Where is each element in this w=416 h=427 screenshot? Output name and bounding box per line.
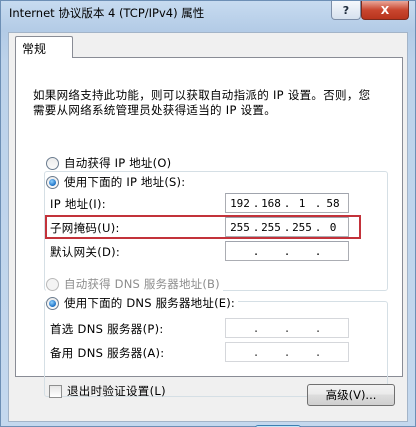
dns-manual-radio-dot[interactable] xyxy=(46,296,59,310)
dns-manual-label: 使用下面的 DNS 服务器地址(E): xyxy=(64,296,235,310)
close-button[interactable]: X xyxy=(361,1,409,20)
ip-manual-radio-dot[interactable] xyxy=(46,175,59,189)
dns-auto-label: 自动获得 DNS 服务器地址(B) xyxy=(64,277,220,291)
window-title: Internet 协议版本 4 (TCP/IPv4) 属性 xyxy=(9,6,205,20)
default-gateway-input[interactable]: . . . xyxy=(225,241,349,261)
ip-dot: . xyxy=(314,245,322,258)
ip-auto-radio-dot[interactable] xyxy=(46,156,59,170)
ip-auto-label: 自动获得 IP 地址(O) xyxy=(64,156,172,170)
preferred-dns-label: 首选 DNS 服务器(P): xyxy=(50,322,164,336)
ip-dot: . xyxy=(283,322,291,335)
alternate-dns-input[interactable]: . . . xyxy=(225,342,349,362)
ip-dot: . xyxy=(314,346,322,359)
client-area: 常规 如果网络支持此功能，则可以获取自动指派的 IP 设置。否则，您需要从网络系… xyxy=(8,32,408,427)
ip-dot: . xyxy=(283,346,291,359)
advanced-button[interactable]: 高级(V)... xyxy=(307,384,395,406)
subnet-mask-highlight xyxy=(45,215,361,239)
dns-manual-radio[interactable]: 使用下面的 DNS 服务器地址(E): xyxy=(46,295,238,311)
dialog-window: Internet 协议版本 4 (TCP/IPv4) 属性 ? X 常规 如果网… xyxy=(0,0,416,427)
default-gateway-label: 默认网关(D): xyxy=(50,245,121,259)
ip-address-label: IP 地址(I): xyxy=(50,197,106,211)
description-text: 如果网络支持此功能，则可以获取自动指派的 IP 设置。否则，您需要从网络系统管理… xyxy=(33,88,371,117)
ip-dot: . xyxy=(252,245,260,258)
title-bar[interactable]: Internet 协议版本 4 (TCP/IPv4) 属性 ? X xyxy=(1,1,415,25)
dns-auto-radio[interactable]: 自动获得 DNS 服务器地址(B) xyxy=(46,276,223,292)
validate-on-exit-label: 退出时验证设置(L) xyxy=(67,384,166,398)
ip-dot: . xyxy=(252,322,260,335)
preferred-dns-input[interactable]: . . . xyxy=(225,318,349,338)
ip-manual-label: 使用下面的 IP 地址(S): xyxy=(64,175,186,189)
tab-general-label: 常规 xyxy=(22,42,47,56)
tab-general[interactable]: 常规 xyxy=(15,36,73,58)
help-icon: ? xyxy=(342,3,350,17)
ip-address-input[interactable]: 192 . 168 . 1 . 58 xyxy=(225,193,349,213)
ip-dot: . xyxy=(314,322,322,335)
validate-on-exit-box[interactable] xyxy=(49,384,62,398)
ip-dot: . xyxy=(283,245,291,258)
validate-on-exit-checkbox[interactable]: 退出时验证设置(L) xyxy=(49,383,166,399)
ip-octet: 192 xyxy=(230,197,250,210)
close-icon: X xyxy=(380,3,390,17)
advanced-button-label: 高级(V)... xyxy=(325,388,377,402)
ip-manual-radio[interactable]: 使用下面的 IP 地址(S): xyxy=(46,174,189,190)
alternate-dns-label: 备用 DNS 服务器(A): xyxy=(50,346,165,360)
ip-octet: 1 xyxy=(298,197,306,210)
dns-auto-radio-dot[interactable] xyxy=(46,277,59,291)
ip-auto-radio[interactable]: 自动获得 IP 地址(O) xyxy=(46,155,175,171)
ip-octet: 58 xyxy=(326,197,340,210)
ip-dot: . xyxy=(252,346,260,359)
ip-octet: 168 xyxy=(261,197,281,210)
help-button[interactable]: ? xyxy=(331,1,361,20)
